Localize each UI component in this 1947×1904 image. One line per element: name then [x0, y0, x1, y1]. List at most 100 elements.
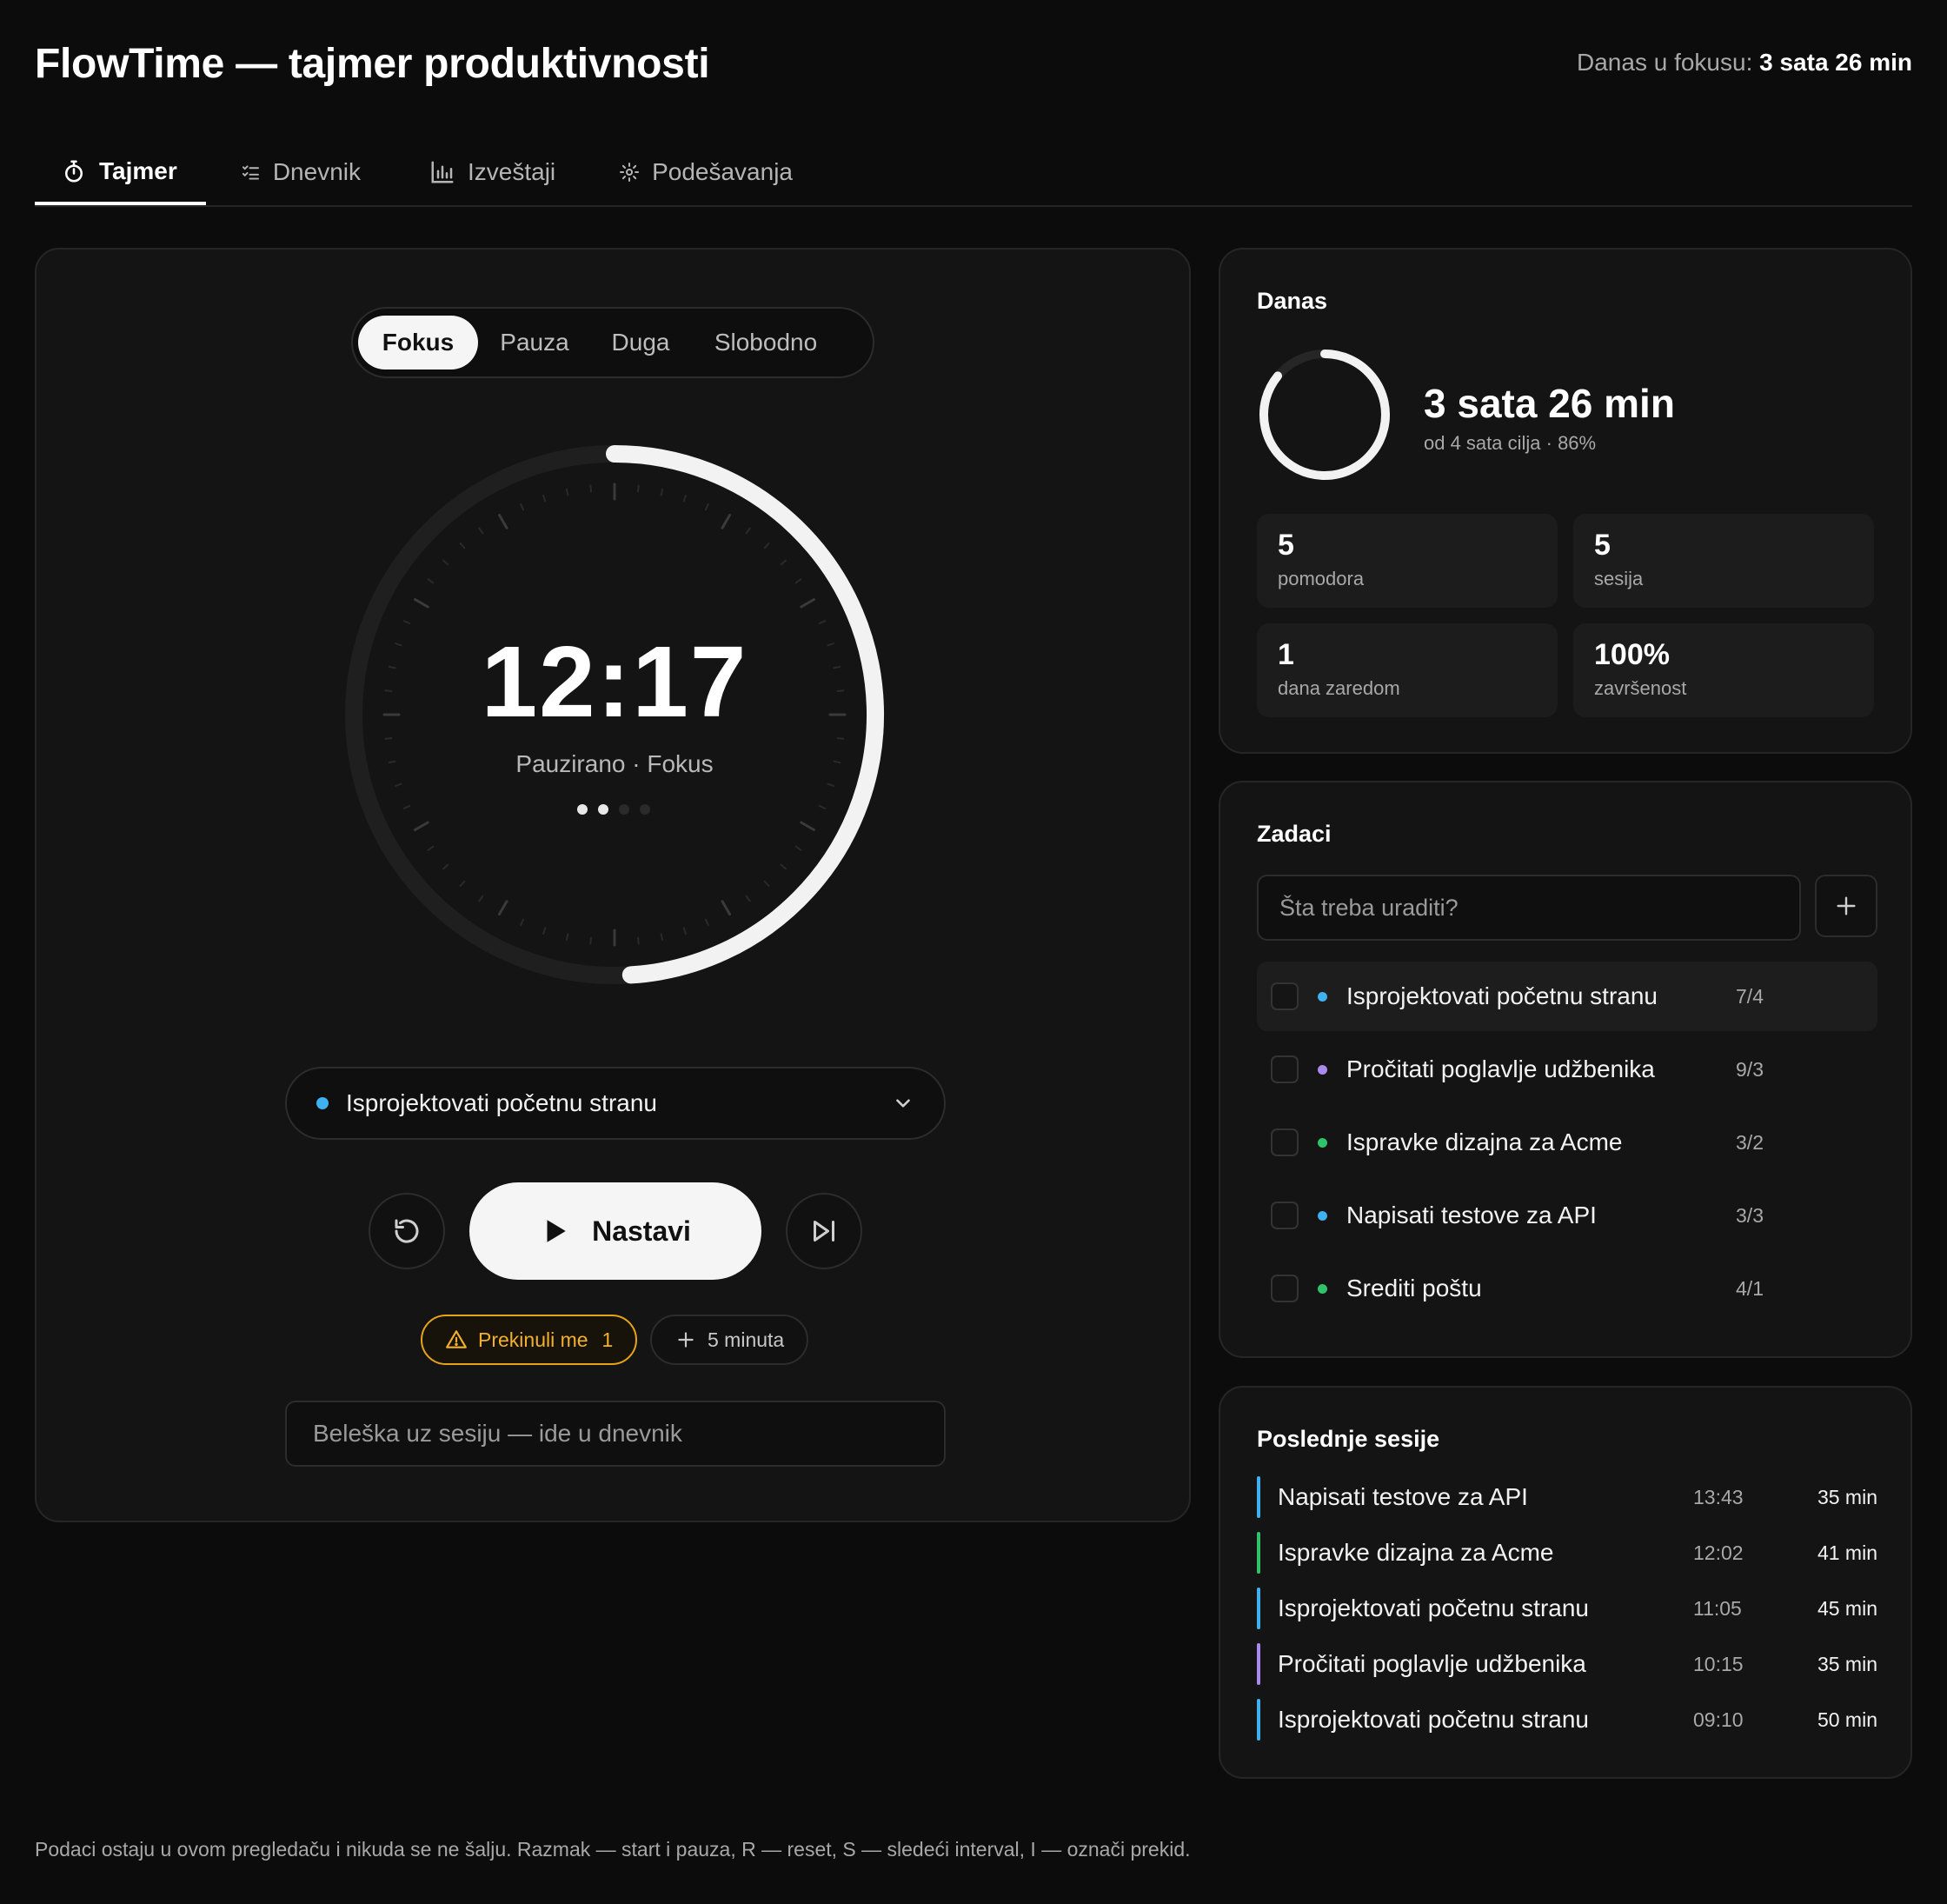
mode-slobodno[interactable]: Slobodno — [694, 316, 838, 369]
task-color-dot — [316, 1097, 329, 1109]
session-time: 11:05 — [1693, 1596, 1742, 1620]
task-count: 4/1 — [1736, 1276, 1764, 1300]
task-color-dot — [1318, 991, 1327, 1002]
dial-tick — [682, 927, 687, 935]
current-task-select[interactable]: Isprojektovati početnu stranu — [285, 1067, 946, 1140]
today-title: Danas — [1257, 288, 1328, 314]
dial-tick — [794, 845, 802, 851]
today-focus-summary: Danas u fokusu: 3 sata 26 min — [1577, 49, 1912, 77]
task-count: 9/3 — [1736, 1057, 1764, 1081]
dial-tick — [636, 484, 640, 493]
tab-izvestaji[interactable]: Izveštaji — [403, 141, 584, 203]
resume-button[interactable]: Nastavi — [469, 1182, 761, 1280]
stat-label: sesija — [1594, 568, 1644, 589]
mode-pauza[interactable]: Pauza — [482, 316, 588, 369]
cycle-dot — [598, 804, 608, 815]
dial-tick — [827, 782, 835, 787]
checklist-icon — [242, 165, 259, 180]
sessions-title: Poslednje sesije — [1257, 1426, 1440, 1452]
timer-state: Pauzirano · Fokus — [515, 750, 714, 777]
dial-tick — [745, 895, 751, 902]
task-row[interactable]: Napisati testove za API 3/3 — [1257, 1181, 1877, 1250]
dial-tick — [394, 782, 402, 787]
goal-progress-ring — [1259, 350, 1390, 480]
mode-fokus[interactable]: Fokus — [358, 316, 478, 369]
mode-switch: Fokus Pauza Duga Slobodno — [351, 307, 874, 378]
dial-tick — [636, 936, 640, 945]
dial-tick — [682, 494, 687, 503]
tab-podesavanja[interactable]: Podešavanja — [593, 141, 819, 203]
task-row[interactable]: Pročitati poglavlje udžbenika 9/3 — [1257, 1035, 1877, 1104]
app-title: FlowTime — tajmer produktivnosti — [35, 41, 710, 87]
gear-icon — [620, 162, 640, 183]
bar-chart-icon — [431, 161, 454, 183]
dial-tick — [660, 933, 664, 942]
main-tabs: Tajmer Dnevnik Izveštaji Podešavanja — [35, 141, 1912, 207]
dial-tick — [704, 918, 709, 927]
tab-label: Podešavanja — [652, 158, 793, 185]
add-time-label: 5 minuta — [708, 1328, 785, 1351]
session-color-bar — [1257, 1476, 1260, 1518]
task-count: 3/2 — [1736, 1130, 1764, 1154]
dial-tick — [478, 895, 484, 902]
dial-tick — [800, 598, 815, 609]
dial-tick — [780, 559, 787, 566]
task-checkbox[interactable] — [1271, 1275, 1299, 1302]
add-time-button[interactable]: 5 minuta — [650, 1315, 809, 1365]
dial-tick — [442, 863, 449, 870]
dial-tick — [780, 863, 787, 870]
task-color-dot — [1318, 1210, 1327, 1221]
dial-tick — [565, 933, 569, 942]
session-note-input[interactable] — [285, 1401, 946, 1467]
skip-next-icon — [814, 1221, 834, 1242]
dial-tick — [542, 494, 547, 503]
plus-icon — [678, 1332, 694, 1348]
session-color-bar — [1257, 1643, 1260, 1685]
stat-value: 5 — [1594, 529, 1611, 562]
task-row[interactable]: Isprojektovati početnu stranu 7/4 — [1257, 962, 1877, 1031]
stopwatch-icon — [65, 160, 83, 183]
session-duration: 50 min — [1817, 1708, 1877, 1731]
dial-tick — [427, 578, 435, 584]
dial-tick — [414, 821, 429, 831]
task-row[interactable]: Srediti poštu 4/1 — [1257, 1254, 1877, 1323]
dial-tick — [402, 804, 411, 809]
task-checkbox[interactable] — [1271, 1055, 1299, 1083]
tasks-card: Zadaci Isprojektovati početnu stranu 7/4… — [1219, 781, 1912, 1358]
task-row[interactable]: Ispravke dizajna za Acme 3/2 — [1257, 1108, 1877, 1177]
task-checkbox[interactable] — [1271, 1202, 1299, 1229]
interrupt-count: 1 — [601, 1328, 614, 1351]
new-task-input[interactable] — [1257, 875, 1801, 941]
session-row: Napisati testove za API 13:43 35 min — [1257, 1476, 1877, 1518]
play-icon — [547, 1220, 566, 1242]
task-checkbox[interactable] — [1271, 1128, 1299, 1156]
cycle-dot — [577, 804, 588, 815]
session-time: 13:43 — [1693, 1485, 1744, 1508]
session-row: Pročitati poglavlje udžbenika 10:15 35 m… — [1257, 1643, 1877, 1685]
session-name: Isprojektovati početnu stranu — [1278, 1594, 1589, 1621]
timer-card: Fokus Pauza Duga Slobodno 12:17 Pauziran… — [35, 248, 1191, 1522]
session-duration: 41 min — [1817, 1541, 1877, 1564]
session-name: Isprojektovati početnu stranu — [1278, 1706, 1589, 1733]
dial-tick — [565, 488, 569, 496]
skip-button[interactable] — [786, 1193, 862, 1269]
tab-tajmer[interactable]: Tajmer — [35, 141, 206, 205]
today-focus-label: Danas u fokusu: — [1577, 49, 1753, 76]
dial-tick — [763, 543, 770, 549]
dial-tick — [794, 578, 802, 584]
session-color-bar — [1257, 1699, 1260, 1741]
stat-completion: 100% završenost — [1573, 623, 1874, 717]
mode-duga[interactable]: Duga — [589, 316, 692, 369]
dial-tick — [818, 804, 827, 809]
dial-tick — [520, 503, 525, 511]
dial-tick — [498, 900, 508, 915]
task-checkbox[interactable] — [1271, 982, 1299, 1010]
dial-tick — [763, 880, 770, 887]
today-card: Danas 3 sata 26 min od 4 sata cilja · 86… — [1219, 248, 1912, 754]
interrupt-button[interactable]: Prekinuli me 1 — [421, 1315, 638, 1365]
session-time: 09:10 — [1693, 1708, 1744, 1731]
add-task-button[interactable] — [1815, 875, 1877, 937]
tab-dnevnik[interactable]: Dnevnik — [215, 141, 387, 203]
reset-button[interactable] — [369, 1193, 445, 1269]
recent-sessions-card: Poslednje sesije Napisati testove za API… — [1219, 1386, 1912, 1779]
